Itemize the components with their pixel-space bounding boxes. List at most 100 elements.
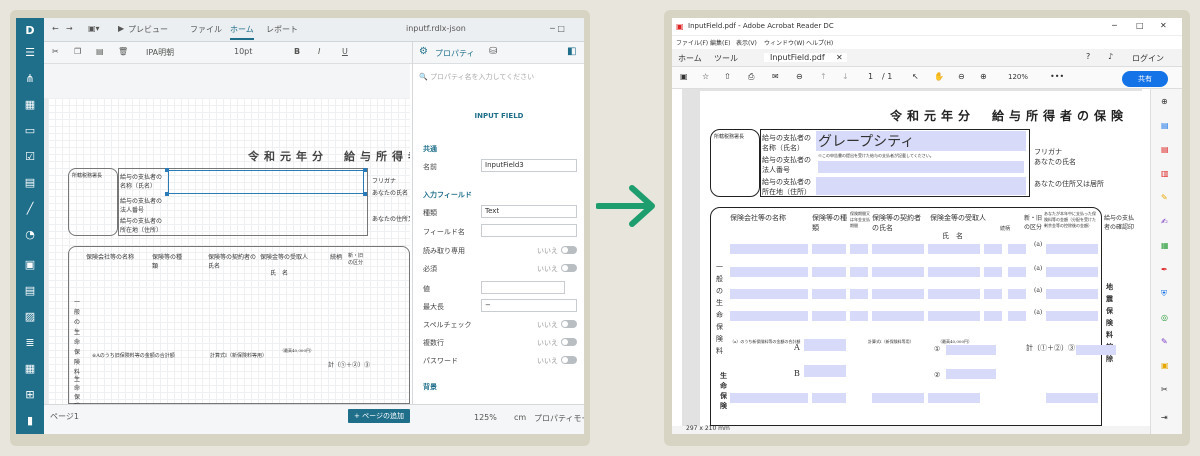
comment-icon[interactable]: ✎ [1161,193,1168,202]
close-icon[interactable]: ✕ [1160,21,1167,30]
property-mode-button[interactable]: プロパティモード [534,413,584,424]
amount-input[interactable] [1046,267,1098,277]
fieldname-input[interactable] [481,224,577,237]
line-tool-icon[interactable]: ╱ [23,202,37,216]
collapse-pane-icon[interactable]: ⇥ [1161,413,1168,422]
page-number-input[interactable]: 1 [868,72,873,81]
holder-input[interactable] [872,393,924,403]
kind-input[interactable] [812,289,846,299]
more-tools-icon[interactable]: ✂ [1161,385,1168,394]
kind-input[interactable] [812,311,846,321]
paste-icon[interactable]: ▤ [96,47,104,56]
menu-view[interactable]: 表示(V) [736,38,757,47]
holder-input[interactable] [872,289,924,299]
new-old-input[interactable] [1008,311,1026,321]
help-icon[interactable]: ? [1086,52,1090,61]
tab-file[interactable]: ファイル [190,24,222,35]
tab-home[interactable]: ホーム [230,24,254,40]
image-field-tool-icon[interactable]: ▣ [23,258,37,272]
zoom-level[interactable]: 125% [474,413,497,422]
compress-icon[interactable]: ▦ [1161,241,1169,250]
underline-button[interactable]: U [342,47,348,56]
organize-icon[interactable]: ▥ [1161,169,1169,178]
delete-icon[interactable]: 🗑 [118,47,128,56]
menu-file[interactable]: ファイル(F) [676,38,708,47]
selected-input-field[interactable] [168,170,364,194]
fill-sign-icon[interactable]: ✍ [1161,217,1168,226]
upload-icon[interactable]: ⇧ [724,72,731,81]
tab-tools[interactable]: ツール [714,53,738,64]
kind-input[interactable] [812,244,846,254]
save-icon[interactable]: ▣▾ [88,24,100,33]
recipient-input[interactable] [928,267,980,277]
add-page-button[interactable]: + ページの追加 [348,409,410,423]
protect-icon[interactable]: ⛨ [1161,289,1167,299]
redo-icon[interactable]: → [66,24,73,33]
readonly-toggle[interactable] [561,246,577,254]
preview-button[interactable]: プレビュー [128,24,168,35]
maxlen-stepper[interactable]: − [481,299,577,312]
payer-no-input[interactable] [818,161,1024,173]
bell-icon[interactable]: ♪ [1108,52,1113,61]
stamp-icon[interactable]: ▣ [1161,361,1169,370]
italic-button[interactable]: I [318,47,320,56]
period-input[interactable] [850,267,868,277]
period-input[interactable] [850,244,868,254]
rel-input[interactable] [984,244,1002,254]
spell-toggle[interactable] [561,320,577,328]
window-controls[interactable]: ─ □ [550,24,565,33]
more-icon[interactable]: ••• [1050,72,1064,81]
report-page[interactable]: 令和元年分 給与所得者の保険 所轄税務署長 給与の支払者の名称（氏名） 給与の支… [48,98,410,404]
kind-input[interactable] [812,267,846,277]
pdf-viewport[interactable]: 令和元年分 給与所得者の保険 所轄税務署長 給与の支払者の名称（氏名） グレープ… [682,89,1142,426]
menu-help[interactable]: ヘルプ(H) [806,38,833,47]
recipient-input[interactable] [928,244,980,254]
kind-select[interactable]: Text [481,205,577,218]
rel-input[interactable] [984,289,1002,299]
table-tool-icon[interactable]: ▤ [23,176,37,190]
amount-input[interactable] [1046,393,1098,403]
cut-icon[interactable]: ✂ [52,47,59,56]
new-old-input[interactable] [1008,244,1026,254]
grid-tool-icon[interactable]: ⊞ [23,388,37,402]
page-tab[interactable]: ページ1 [50,411,79,422]
holder-input[interactable] [872,311,924,321]
tab-home[interactable]: ホーム [678,53,702,64]
chart-tool-icon[interactable]: ▮ [23,414,37,428]
holder-input[interactable] [872,244,924,254]
list-tool-icon[interactable]: ≣ [23,336,37,350]
required-toggle[interactable] [561,264,577,272]
page-down-icon[interactable]: ↓ [842,72,849,81]
recipient-input[interactable] [928,289,980,299]
resize-handle[interactable] [363,168,367,172]
save-icon[interactable]: ▣ [680,72,688,81]
tab-report[interactable]: レポート [266,24,298,35]
amount-input[interactable] [1046,289,1098,299]
password-toggle[interactable] [561,356,577,364]
zoom-select[interactable]: 120% [1008,73,1028,81]
page-up-icon[interactable]: ↑ [820,72,827,81]
insurer-input[interactable] [730,289,808,299]
tab-document[interactable]: InputField.pdf [764,53,847,62]
bold-button[interactable]: B [294,47,300,56]
menu-edit[interactable]: 編集(E) [710,38,730,47]
resize-handle[interactable] [363,192,367,196]
rel-input[interactable] [984,311,1002,321]
hand-icon[interactable]: ✋ [934,72,944,81]
play-icon[interactable]: ▶ [118,24,124,33]
insurer-input[interactable] [730,267,808,277]
zoom-search-icon[interactable]: ⊖ [796,72,803,81]
cursor-icon[interactable]: ↖ [912,72,919,81]
rel-input[interactable] [984,267,1002,277]
design-canvas[interactable]: 令和元年分 給与所得者の保険 所轄税務署長 給与の支払者の名称（氏名） 給与の支… [44,64,410,404]
export-pdf-icon[interactable]: ▤ [1161,121,1169,130]
font-size-select[interactable]: 10pt [234,47,252,56]
menu-window[interactable]: ウィンドウ(W) [764,38,805,47]
sum-a-input[interactable] [804,339,846,351]
shape-tool-icon[interactable]: ◔ [23,228,37,242]
amount-input[interactable] [1046,311,1098,321]
insurer-input[interactable] [730,244,808,254]
layers-icon[interactable]: ▦ [23,98,37,112]
total-input[interactable] [1076,345,1116,355]
new-old-input[interactable] [1008,267,1026,277]
